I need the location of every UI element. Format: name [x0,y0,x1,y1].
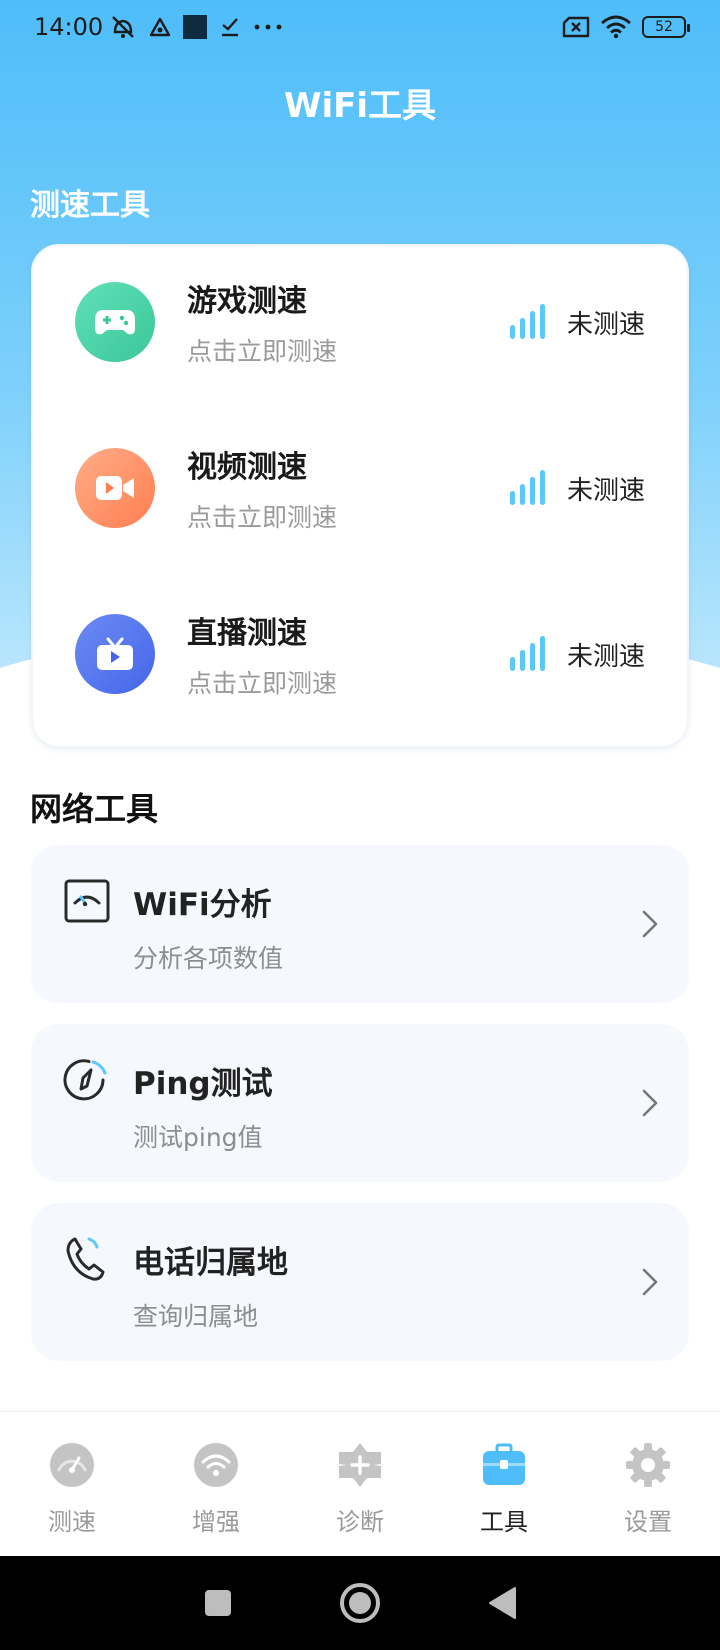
speed-status-label: 未测速 [566,641,645,672]
nav-tab-speed[interactable]: 测速 [0,1412,144,1555]
back-icon[interactable] [487,1586,517,1620]
status-time: 14:00 [34,13,104,41]
system-nav-bar [0,1556,720,1650]
nav-tab-label: 增强 [192,1508,240,1536]
task-check-icon [222,18,239,37]
tool-item-wifi-analysis[interactable]: WiFi分析 分析各项数值 [31,845,689,1003]
chevron-right-icon [642,1089,658,1117]
speed-item-video[interactable]: 视频测速 点击立即测速 未测速 [33,428,687,548]
speed-item-live[interactable]: 直播测速 点击立即测速 未测速 [33,594,687,714]
gamepad-icon [75,282,155,362]
diagnose-icon [339,1443,381,1487]
nav-tab-label: 测速 [48,1508,96,1536]
wifi-boost-icon [194,1443,238,1487]
speed-status-label: 未测速 [566,475,645,506]
speed-item-subtitle: 点击立即测速 [187,337,338,366]
signal-bars-icon [509,636,545,671]
bell-muted-icon [112,16,135,38]
tv-icon [75,614,155,694]
nav-tab-boost[interactable]: 增强 [144,1412,288,1555]
speed-item-name: 视频测速 [187,450,307,485]
nav-tab-tools[interactable]: 工具 [432,1412,576,1555]
ping-icon [63,1059,107,1101]
tool-item-phone-location[interactable]: 电话归属地 查询归属地 [31,1203,689,1361]
network-section-title: 网络工具 [30,790,159,828]
tool-item-subtitle: 测试ping值 [133,1123,263,1152]
nav-tab-label: 诊断 [336,1508,384,1536]
wifi-signal-icon [601,15,631,39]
signal-bars-icon [509,470,545,505]
nav-tab-label: 工具 [480,1508,528,1536]
signal-bars-icon [509,304,545,339]
speed-section-title: 测速工具 [30,188,150,223]
speed-item-name: 游戏测速 [187,284,307,319]
speedometer-icon [50,1443,94,1487]
nav-tab-diagnose[interactable]: 诊断 [288,1412,432,1555]
tool-item-name: Ping测试 [133,1066,273,1102]
speed-tools-card: 游戏测速 点击立即测速 未测速 视频测速 点击立即测速 未测速 直播测速 点击立… [31,244,689,748]
recent-apps-icon[interactable] [203,1588,233,1618]
speed-item-subtitle: 点击立即测速 [187,669,338,698]
settings-gear-icon [626,1443,670,1487]
speed-item-game[interactable]: 游戏测速 点击立即测速 未测速 [33,262,687,382]
speed-item-subtitle: 点击立即测速 [187,503,338,532]
home-icon[interactable] [339,1582,381,1624]
bottom-nav: 测速 增强 诊断 工具 设置 [0,1411,720,1555]
tool-item-name: 电话归属地 [133,1245,288,1281]
tool-item-ping[interactable]: Ping测试 测试ping值 [31,1024,689,1182]
speed-item-name: 直播测速 [187,616,307,651]
phone-icon [66,1237,105,1281]
toolbox-icon [483,1443,525,1485]
status-bar: 14:00 52 [0,0,720,54]
app-square-icon [183,15,208,39]
tool-item-name: WiFi分析 [133,887,272,923]
app-triangle-icon [149,17,171,37]
sim-error-icon [562,16,590,38]
speed-status-label: 未测速 [566,309,645,340]
battery-level: 52 [655,19,673,35]
chevron-right-icon [642,910,658,938]
chevron-right-icon [642,1268,658,1296]
more-dots-icon [254,24,282,30]
nav-tab-settings[interactable]: 设置 [576,1412,720,1555]
tool-item-subtitle: 分析各项数值 [133,944,284,973]
battery-indicator: 52 [642,16,690,38]
wifi-analysis-icon [64,879,110,923]
video-camera-icon [75,448,155,528]
page-title: WiFi工具 [283,86,437,126]
nav-tab-label: 设置 [624,1508,672,1536]
tool-item-subtitle: 查询归属地 [133,1302,259,1331]
